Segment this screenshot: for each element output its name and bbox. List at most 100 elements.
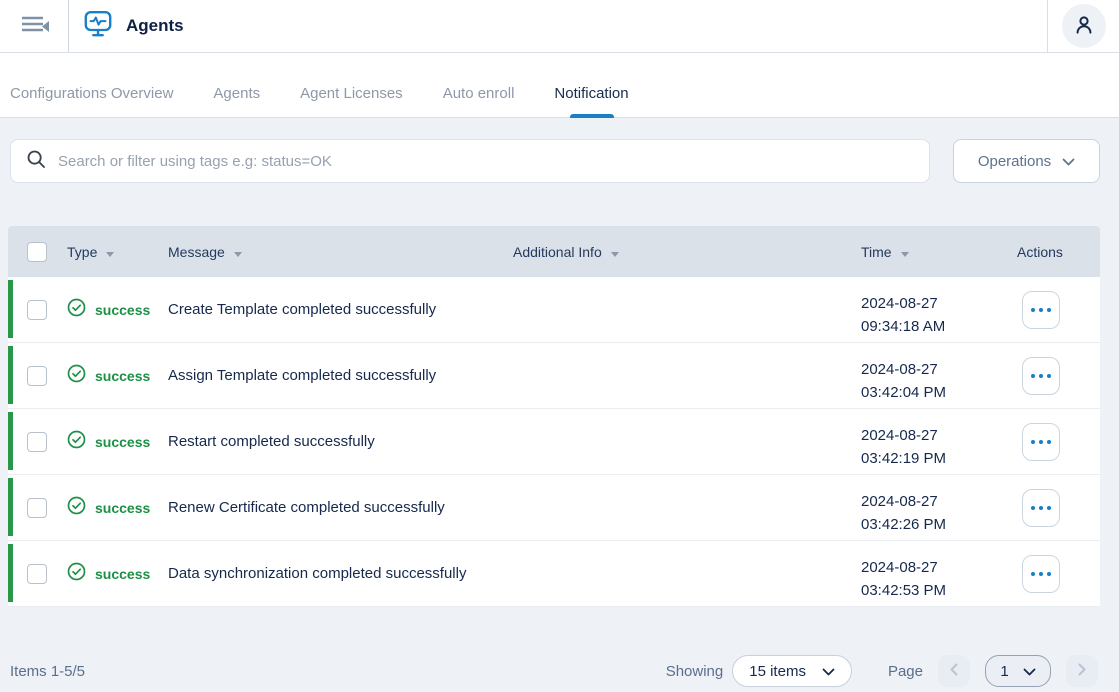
select-all-checkbox[interactable] (27, 242, 47, 262)
operations-button[interactable]: Operations (953, 139, 1100, 183)
toolbar: Operations (10, 139, 1100, 183)
row-checkbox[interactable] (27, 300, 47, 320)
ellipsis-icon (1031, 374, 1035, 378)
time-date: 2024-08-27 (861, 490, 1009, 513)
previous-page-button[interactable] (938, 655, 970, 687)
column-label: Actions (1017, 244, 1063, 260)
message-text: Restart completed successfully (168, 433, 375, 450)
status-badge: success (95, 434, 150, 450)
chevron-down-icon (822, 663, 835, 680)
user-icon (1072, 13, 1096, 40)
row-actions-button[interactable] (1022, 423, 1060, 461)
row-actions-button[interactable] (1022, 489, 1060, 527)
tab-bar: Configurations Overview Agents Agent Lic… (0, 53, 1119, 118)
column-header-time[interactable]: Time (853, 244, 1009, 260)
time-date: 2024-08-27 (861, 424, 1009, 447)
success-check-icon (67, 298, 86, 322)
next-page-button[interactable] (1066, 655, 1098, 687)
status-badge: success (95, 566, 150, 582)
user-avatar-button[interactable] (1062, 4, 1106, 48)
column-label: Time (861, 244, 892, 260)
row-checkbox[interactable] (27, 432, 47, 452)
chevron-down-icon (1062, 153, 1075, 170)
tab-label: Auto enroll (443, 85, 515, 102)
row-actions-button[interactable] (1022, 291, 1060, 329)
page-label: Page (888, 663, 923, 680)
time-clock: 03:42:53 PM (861, 579, 1009, 602)
tab-label: Agents (213, 85, 260, 102)
time-clock: 03:42:26 PM (861, 513, 1009, 536)
message-text: Create Template completed successfully (168, 301, 436, 318)
column-header-message[interactable]: Message (160, 244, 505, 260)
sidebar-collapse-icon (16, 10, 52, 43)
notifications-table: Type Message Additional Info Time Action… (8, 226, 1100, 607)
page-size-select[interactable]: 15 items (732, 655, 852, 687)
showing-label: Showing (666, 663, 724, 680)
time-date: 2024-08-27 (861, 556, 1009, 579)
tab-label: Notification (554, 85, 628, 102)
ellipsis-icon (1031, 506, 1035, 510)
status-badge: success (95, 500, 150, 516)
operations-button-label: Operations (978, 153, 1051, 170)
ellipsis-icon (1031, 572, 1035, 576)
active-tab-underline (570, 114, 614, 118)
chevron-right-icon (1078, 663, 1086, 679)
time-clock: 03:42:04 PM (861, 381, 1009, 404)
time-clock: 03:42:19 PM (861, 447, 1009, 470)
sort-arrow-icon (901, 252, 909, 257)
time-date: 2024-08-27 (861, 292, 1009, 315)
time-date: 2024-08-27 (861, 358, 1009, 381)
tab-notification[interactable]: Notification (554, 70, 628, 117)
search-input[interactable] (58, 153, 914, 170)
page-title: Agents (126, 16, 184, 36)
search-icon (26, 149, 46, 174)
time-cell: 2024-08-27 03:42:04 PM (853, 348, 1009, 404)
time-cell: 2024-08-27 09:34:18 AM (853, 282, 1009, 338)
table-row: success Data synchronization completed s… (8, 541, 1100, 607)
page-number-select[interactable]: 1 (985, 655, 1051, 687)
pagination-footer: Items 1-5/5 Showing 15 items Page 1 (10, 655, 1098, 687)
time-cell: 2024-08-27 03:42:53 PM (853, 546, 1009, 602)
message-text: Data synchronization completed successfu… (168, 565, 466, 582)
table-row: success Renew Certificate completed succ… (8, 475, 1100, 541)
success-check-icon (67, 496, 86, 520)
status-badge: success (95, 368, 150, 384)
tab-label: Configurations Overview (10, 85, 173, 102)
column-header-additional-info[interactable]: Additional Info (505, 244, 853, 260)
row-checkbox[interactable] (27, 498, 47, 518)
user-region (1047, 0, 1119, 52)
tab-auto-enroll[interactable]: Auto enroll (443, 70, 515, 117)
column-header-type[interactable]: Type (52, 244, 160, 260)
chevron-down-icon (1023, 663, 1036, 680)
success-check-icon (67, 562, 86, 586)
tab-agent-licenses[interactable]: Agent Licenses (300, 70, 403, 117)
column-label: Type (67, 244, 97, 260)
tab-configurations-overview[interactable]: Configurations Overview (10, 70, 173, 117)
row-checkbox[interactable] (27, 564, 47, 584)
sidebar-collapse-button[interactable] (0, 0, 69, 52)
sort-arrow-icon (611, 252, 619, 257)
column-header-actions: Actions (1009, 244, 1100, 260)
table-row: success Restart completed successfully 2… (8, 409, 1100, 475)
row-actions-button[interactable] (1022, 555, 1060, 593)
message-text: Renew Certificate completed successfully (168, 499, 445, 516)
page-number-value: 1 (1000, 663, 1008, 680)
success-check-icon (67, 364, 86, 388)
column-label: Additional Info (513, 244, 602, 260)
page-navigation: Page 1 (888, 655, 1098, 687)
time-clock: 09:34:18 AM (861, 315, 1009, 338)
column-label: Message (168, 244, 225, 260)
items-count-label: Items 1-5/5 (10, 663, 85, 680)
row-checkbox[interactable] (27, 366, 47, 386)
tab-agents[interactable]: Agents (213, 70, 260, 117)
agents-monitor-icon (83, 9, 113, 44)
time-cell: 2024-08-27 03:42:19 PM (853, 414, 1009, 470)
table-row: success Assign Template completed succes… (8, 343, 1100, 409)
sort-arrow-icon (106, 252, 114, 257)
ellipsis-icon (1031, 440, 1035, 444)
search-box (10, 139, 930, 183)
row-actions-button[interactable] (1022, 357, 1060, 395)
app-header: Agents (0, 0, 1119, 53)
status-badge: success (95, 302, 150, 318)
success-check-icon (67, 430, 86, 454)
